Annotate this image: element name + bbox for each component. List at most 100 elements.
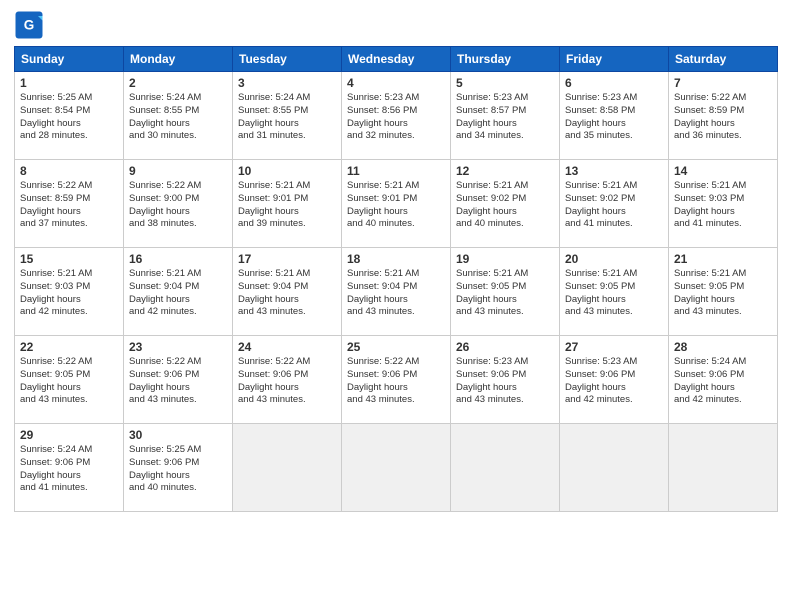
day-number: 2: [129, 76, 227, 90]
day-number: 20: [565, 252, 663, 266]
header: G: [14, 10, 778, 40]
cell-info: Sunrise: 5:21 AMSunset: 9:01 PMDaylight …: [347, 180, 419, 229]
cell-info: Sunrise: 5:22 AMSunset: 8:59 PMDaylight …: [20, 180, 92, 229]
table-row: 14 Sunrise: 5:21 AMSunset: 9:03 PMDayligh…: [669, 160, 778, 248]
table-row: 30 Sunrise: 5:25 AMSunset: 9:06 PMDayligh…: [124, 424, 233, 512]
day-number: 1: [20, 76, 118, 90]
table-row: [560, 424, 669, 512]
table-row: 25 Sunrise: 5:22 AMSunset: 9:06 PMDayligh…: [342, 336, 451, 424]
table-row: 20 Sunrise: 5:21 AMSunset: 9:05 PMDayligh…: [560, 248, 669, 336]
day-number: 29: [20, 428, 118, 442]
col-tuesday: Tuesday: [233, 47, 342, 72]
table-row: 10 Sunrise: 5:21 AMSunset: 9:01 PMDayligh…: [233, 160, 342, 248]
table-row: 11 Sunrise: 5:21 AMSunset: 9:01 PMDayligh…: [342, 160, 451, 248]
table-row: 27 Sunrise: 5:23 AMSunset: 9:06 PMDayligh…: [560, 336, 669, 424]
table-row: 17Sunrise: 5:21 AMSunset: 9:04 PMDayligh…: [233, 248, 342, 336]
table-row: 26Sunrise: 5:23 AMSunset: 9:06 PMDayligh…: [451, 336, 560, 424]
cell-info: Sunrise: 5:21 AMSunset: 9:04 PMDaylight …: [238, 268, 310, 317]
day-number: 16: [129, 252, 227, 266]
table-row: 21 Sunrise: 5:21 AMSunset: 9:05 PMDayligh…: [669, 248, 778, 336]
calendar-week-2: 8 Sunrise: 5:22 AMSunset: 8:59 PMDaylight…: [15, 160, 778, 248]
table-row: 6 Sunrise: 5:23 AMSunset: 8:58 PMDaylight…: [560, 72, 669, 160]
table-row: 9 Sunrise: 5:22 AMSunset: 9:00 PMDaylight…: [124, 160, 233, 248]
day-number: 7: [674, 76, 772, 90]
table-row: 24 Sunrise: 5:22 AMSunset: 9:06 PMDayligh…: [233, 336, 342, 424]
col-sunday: Sunday: [15, 47, 124, 72]
table-row: 13 Sunrise: 5:21 AMSunset: 9:02 PMDayligh…: [560, 160, 669, 248]
day-number: 11: [347, 164, 445, 178]
day-number: 6: [565, 76, 663, 90]
table-row: 1 Sunrise: 5:25 AMSunset: 8:54 PMDaylight…: [15, 72, 124, 160]
table-row: 12 Sunrise: 5:21 AMSunset: 9:02 PMDayligh…: [451, 160, 560, 248]
cell-info: Sunrise: 5:21 AMSunset: 9:01 PMDaylight …: [238, 180, 310, 229]
cell-info: Sunrise: 5:22 AMSunset: 8:59 PMDaylight …: [674, 92, 746, 141]
calendar-header-row: Sunday Monday Tuesday Wednesday Thursday…: [15, 47, 778, 72]
table-row: 23 Sunrise: 5:22 AMSunset: 9:06 PMDayligh…: [124, 336, 233, 424]
cell-info: Sunrise: 5:22 AMSunset: 9:06 PMDaylight …: [129, 356, 201, 405]
cell-info: Sunrise: 5:23 AMSunset: 8:57 PMDaylight …: [456, 92, 528, 141]
day-number: 4: [347, 76, 445, 90]
cell-info: Sunrise: 5:21 AMSunset: 9:05 PMDaylight …: [456, 268, 528, 317]
day-number: 3: [238, 76, 336, 90]
calendar-week-5: 29Sunrise: 5:24 AMSunset: 9:06 PMDayligh…: [15, 424, 778, 512]
cell-info: Sunrise: 5:25 AMSunset: 9:06 PMDaylight …: [129, 444, 201, 493]
cell-info: Sunrise: 5:21 AMSunset: 9:03 PMDaylight …: [674, 180, 746, 229]
table-row: 8 Sunrise: 5:22 AMSunset: 8:59 PMDaylight…: [15, 160, 124, 248]
day-number: 22: [20, 340, 118, 354]
cell-info: Sunrise: 5:23 AMSunset: 9:06 PMDaylight …: [565, 356, 637, 405]
day-number: 10: [238, 164, 336, 178]
svg-text:G: G: [24, 18, 35, 33]
cell-info: Sunrise: 5:23 AMSunset: 9:06 PMDaylight …: [456, 356, 528, 405]
cell-info: Sunrise: 5:22 AMSunset: 9:00 PMDaylight …: [129, 180, 201, 229]
table-row: 3 Sunrise: 5:24 AMSunset: 8:55 PMDaylight…: [233, 72, 342, 160]
calendar-week-1: 1 Sunrise: 5:25 AMSunset: 8:54 PMDaylight…: [15, 72, 778, 160]
table-row: 18Sunrise: 5:21 AMSunset: 9:04 PMDayligh…: [342, 248, 451, 336]
day-number: 15: [20, 252, 118, 266]
col-thursday: Thursday: [451, 47, 560, 72]
day-number: 18: [347, 252, 445, 266]
calendar-week-3: 15Sunrise: 5:21 AMSunset: 9:03 PMDayligh…: [15, 248, 778, 336]
table-row: 29Sunrise: 5:24 AMSunset: 9:06 PMDayligh…: [15, 424, 124, 512]
cell-info: Sunrise: 5:25 AMSunset: 8:54 PMDaylight …: [20, 92, 92, 141]
cell-info: Sunrise: 5:21 AMSunset: 9:02 PMDaylight …: [565, 180, 637, 229]
logo-icon: G: [14, 10, 44, 40]
day-number: 27: [565, 340, 663, 354]
day-number: 30: [129, 428, 227, 442]
day-number: 19: [456, 252, 554, 266]
day-number: 14: [674, 164, 772, 178]
day-number: 13: [565, 164, 663, 178]
day-number: 21: [674, 252, 772, 266]
table-row: 28Sunrise: 5:24 AMSunset: 9:06 PMDayligh…: [669, 336, 778, 424]
cell-info: Sunrise: 5:23 AMSunset: 8:58 PMDaylight …: [565, 92, 637, 141]
calendar-week-4: 22 Sunrise: 5:22 AMSunset: 9:05 PMDayligh…: [15, 336, 778, 424]
day-number: 8: [20, 164, 118, 178]
day-number: 24: [238, 340, 336, 354]
table-row: 5 Sunrise: 5:23 AMSunset: 8:57 PMDaylight…: [451, 72, 560, 160]
cell-info: Sunrise: 5:24 AMSunset: 8:55 PMDaylight …: [238, 92, 310, 141]
table-row: 7 Sunrise: 5:22 AMSunset: 8:59 PMDaylight…: [669, 72, 778, 160]
cell-info: Sunrise: 5:21 AMSunset: 9:05 PMDaylight …: [674, 268, 746, 317]
calendar-table: Sunday Monday Tuesday Wednesday Thursday…: [14, 46, 778, 512]
day-number: 12: [456, 164, 554, 178]
day-number: 25: [347, 340, 445, 354]
cell-info: Sunrise: 5:21 AMSunset: 9:05 PMDaylight …: [565, 268, 637, 317]
col-friday: Friday: [560, 47, 669, 72]
cell-info: Sunrise: 5:24 AMSunset: 8:55 PMDaylight …: [129, 92, 201, 141]
cell-info: Sunrise: 5:22 AMSunset: 9:06 PMDaylight …: [238, 356, 310, 405]
table-row: 19 Sunrise: 5:21 AMSunset: 9:05 PMDayligh…: [451, 248, 560, 336]
table-row: 16 Sunrise: 5:21 AMSunset: 9:04 PMDayligh…: [124, 248, 233, 336]
table-row: 4Sunrise: 5:23 AMSunset: 8:56 PMDaylight…: [342, 72, 451, 160]
table-row: [451, 424, 560, 512]
day-number: 23: [129, 340, 227, 354]
col-wednesday: Wednesday: [342, 47, 451, 72]
cell-info: Sunrise: 5:21 AMSunset: 9:04 PMDaylight …: [129, 268, 201, 317]
table-row: [669, 424, 778, 512]
cell-info: Sunrise: 5:24 AMSunset: 9:06 PMDaylight …: [674, 356, 746, 405]
cell-info: Sunrise: 5:22 AMSunset: 9:06 PMDaylight …: [347, 356, 419, 405]
day-number: 9: [129, 164, 227, 178]
col-saturday: Saturday: [669, 47, 778, 72]
cell-info: Sunrise: 5:22 AMSunset: 9:05 PMDaylight …: [20, 356, 92, 405]
day-number: 5: [456, 76, 554, 90]
cell-info: Sunrise: 5:21 AMSunset: 9:02 PMDaylight …: [456, 180, 528, 229]
table-row: 2 Sunrise: 5:24 AMSunset: 8:55 PMDaylight…: [124, 72, 233, 160]
